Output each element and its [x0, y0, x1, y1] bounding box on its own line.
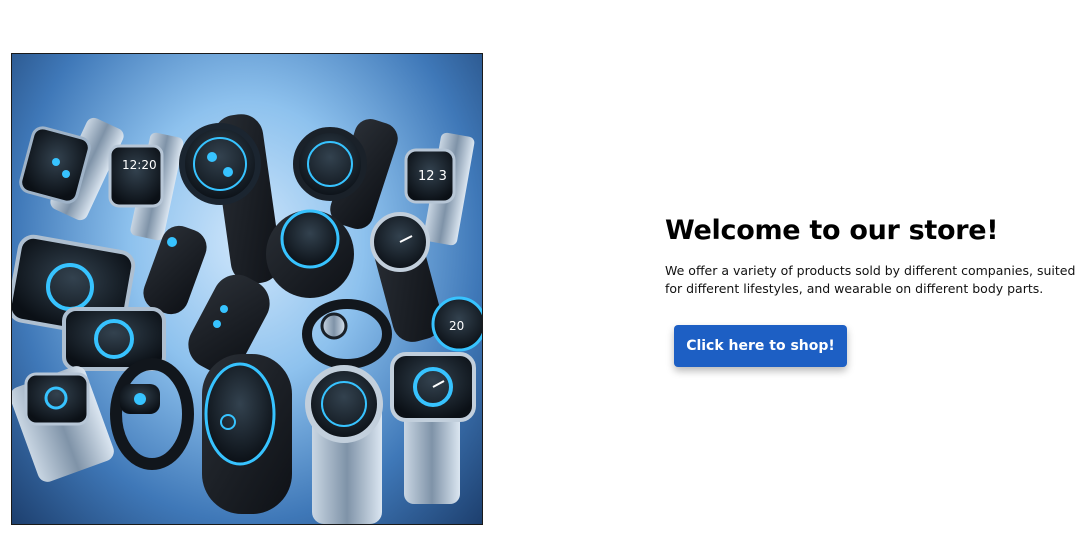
store-description: We offer a variety of products sold by d… [665, 263, 1076, 296]
shop-button[interactable]: Click here to shop! [674, 325, 847, 367]
svg-text:12:20: 12:20 [122, 158, 157, 172]
welcome-title: Welcome to our store! [665, 215, 999, 246]
svg-text:20: 20 [449, 319, 464, 333]
svg-text:12 3: 12 3 [418, 169, 447, 184]
welcome-section: Welcome to our store! We offer a variety… [665, 212, 1086, 367]
smartwatch-collection-image: 12:20 12 3 20 [12, 114, 482, 524]
page: 12:20 12 3 20 Welcome to our store! We o… [0, 0, 1086, 553]
product-showcase-image: 12:20 12 3 20 [11, 53, 483, 525]
